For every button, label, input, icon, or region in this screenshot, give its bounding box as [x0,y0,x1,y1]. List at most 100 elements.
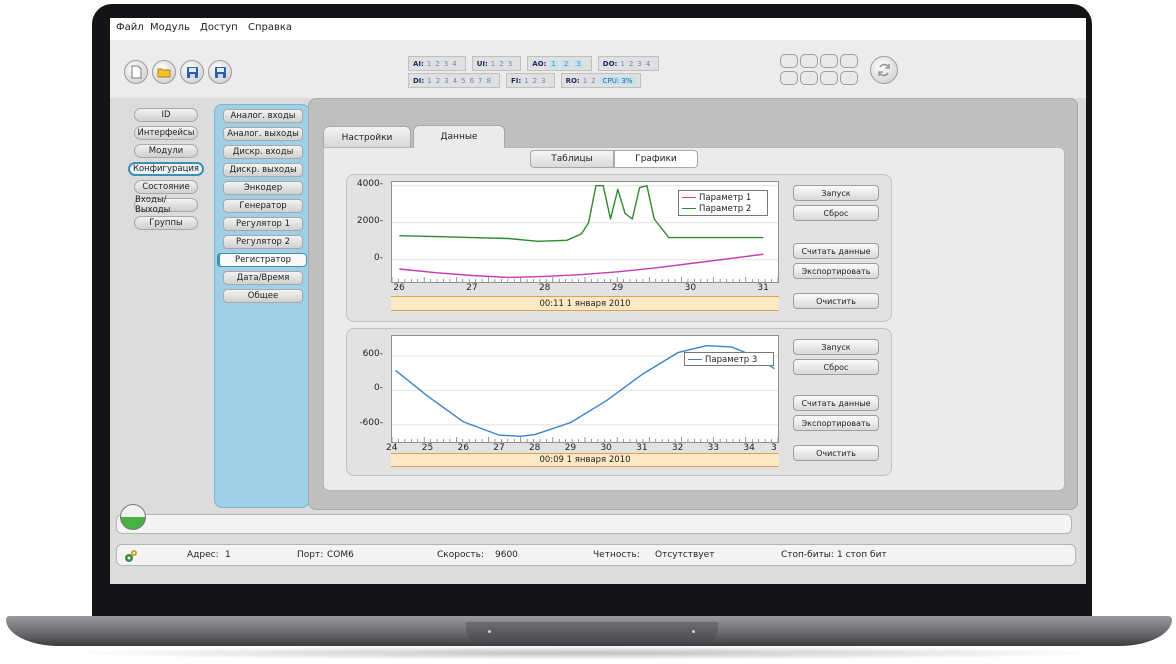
content-area: ID Интерфейсы Модули Конфигурация Состоя… [110,98,1086,510]
status-led [800,54,818,68]
y-tick-label: 0- [374,383,383,394]
toggle-charts[interactable]: Графики [614,150,698,168]
x-tick-label: 29 [564,443,577,453]
chart-2-legend: Параметр 3 [684,352,774,366]
hinge-dot [488,630,491,633]
nav-datetime[interactable]: Дата/Время [223,271,303,285]
legend-entry: Параметр 1 [679,192,767,203]
toolbar: AI: 1 2 3 4 UI: 1 2 3 AO: 1 2 3 DO: 1 2 3 4 DI: 1 2 3 4 5 6 7… [110,40,1086,98]
chart-2-time-caption: 00:09 1 января 2010 [391,453,779,467]
main-panel: Настройки Данные Таблицы Графики Парамет… [308,98,1078,510]
save-button[interactable] [180,60,204,84]
laptop-shadow [60,646,1116,660]
app-window: Файл Модуль Доступ Справка AI: 1 2 3 4 UI: 1 2… [110,18,1086,584]
led-panel [780,54,860,85]
nav-id[interactable]: ID [134,108,198,122]
chart-2-y-axis: 600- 0- -600- [347,335,391,443]
nav-recorder[interactable]: Регистратор [217,253,307,267]
chart-1-clear-button[interactable]: Очистить [793,293,879,309]
folder-icon [157,68,171,78]
cpu-usage: CPU: 3% [599,76,636,85]
legend-label: Параметр 2 [699,203,752,214]
nav-analog-outputs[interactable]: Аналог. выходы [223,127,303,141]
nav-analog-inputs[interactable]: Аналог. входы [223,109,303,123]
x-tick-label: 28 [528,443,541,453]
chart-1-frame: Параметр 1 Параметр 2 4000- 2000- 0- 26 27 2… [346,174,892,322]
chart-2-start-button[interactable]: Запуск [793,339,879,355]
save-as-button[interactable] [208,60,232,84]
open-file-button[interactable] [152,60,176,84]
nav-discrete-outputs[interactable]: Дискр. выходы [223,163,303,177]
chart-1-reset-button[interactable]: Сброс [793,205,879,221]
x-tick-label: 31 [757,283,769,293]
chart-1-time-caption: 00:11 1 января 2010 [391,296,779,311]
chart-2-reset-button[interactable]: Сброс [793,359,879,375]
chart-1-read-button[interactable]: Считать данные [793,243,879,259]
x-tick-label: 27 [493,443,505,453]
nav-encoder[interactable]: Энкодер [223,181,303,195]
io-fi: FI: 1 2 3 [505,73,555,88]
chart-2-clear-button[interactable]: Очистить [793,445,879,461]
tab-data[interactable]: Данные [413,125,505,148]
x-tick-label: 28 [538,283,551,293]
port-value: COM6 [327,550,354,560]
status-led [800,71,818,85]
nav-discrete-inputs[interactable]: Дискр. входы [223,145,303,159]
y-tick-label: -600- [359,417,383,428]
nav-generator[interactable]: Генератор [223,199,303,213]
io-ro: RO: 1 2 CPU: 3% [560,73,641,88]
chart-1-export-button[interactable]: Экспортировать [793,263,879,279]
data-tab-page: Таблицы Графики Параметр 1 Параметр 2 40… [323,147,1065,491]
settings-gears-icon[interactable] [123,548,139,564]
new-file-button[interactable] [124,60,148,84]
nav-state[interactable]: Состояние [134,180,198,194]
menu-help[interactable]: Справка [248,22,292,33]
nav-configuration[interactable]: Конфигурация [128,162,204,176]
y-tick-label: 0- [374,252,383,263]
address-label: Адрес: [187,550,219,560]
status-led [820,54,838,68]
parity-label: Четность: [593,550,640,560]
menu-access[interactable]: Доступ [200,22,238,33]
io-row-1: AI: 1 2 3 4 UI: 1 2 3 AO: 1 2 3 DO: 1 2 3 4 [408,56,660,71]
connection-indicator [120,504,146,530]
x-tick-label: 30 [600,443,612,453]
address-value: 1 [225,550,231,560]
secondary-nav-panel: Аналог. входы Аналог. выходы Дискр. вход… [214,104,310,508]
chart-2-read-button[interactable]: Считать данные [793,395,879,411]
status-led [820,71,838,85]
x-tick-label: 26 [457,443,469,453]
nav-modules[interactable]: Модули [134,144,198,158]
chart-2-export-button[interactable]: Экспортировать [793,415,879,431]
menu-file[interactable]: Файл [116,22,144,33]
tab-settings[interactable]: Настройки [323,126,411,148]
chart-1-plot[interactable]: Параметр 1 Параметр 2 [391,181,779,283]
nav-regulator-1[interactable]: Регулятор 1 [223,217,303,231]
io-di: DI: 1 2 3 4 5 6 7 8 [408,73,500,88]
chart-1-start-button[interactable]: Запуск [793,185,879,201]
toggle-tables[interactable]: Таблицы [530,150,614,168]
menu-module[interactable]: Модуль [150,22,190,33]
nav-groups[interactable]: Группы [134,216,198,230]
x-tick-label: 32 [671,443,684,453]
y-tick-label: 2000- [356,215,383,226]
speed-value: 9600 [495,550,518,560]
nav-regulator-2[interactable]: Регулятор 2 [223,235,303,249]
legend-label: Параметр 3 [705,354,758,365]
status-bar: Адрес: 1 Порт: COM6 Скорость: 9600 Четно… [116,544,1076,566]
chart-1-x-axis: 26 27 28 29 30 31 [391,283,779,297]
nav-general[interactable]: Общее [223,289,303,303]
chart-2-plot[interactable]: Параметр 3 [391,335,779,443]
new-file-icon [131,65,142,79]
refresh-button[interactable] [870,56,898,84]
x-tick-label: 29 [611,283,624,293]
chart-1-legend: Параметр 1 Параметр 2 [678,190,768,216]
nav-interfaces[interactable]: Интерфейсы [134,126,198,140]
nav-io[interactable]: Входы/Выходы [134,195,198,215]
save-as-icon [214,66,226,78]
legend-swatch [682,208,696,209]
io-ui: UI: 1 2 3 [471,56,522,71]
io-ai: AI: 1 2 3 4 [408,56,466,71]
x-tick-label: 31 [636,443,648,453]
chart-2-frame: Параметр 3 600- 0- -600- 24 25 26 27 28 29 30 31 3… [346,328,892,476]
